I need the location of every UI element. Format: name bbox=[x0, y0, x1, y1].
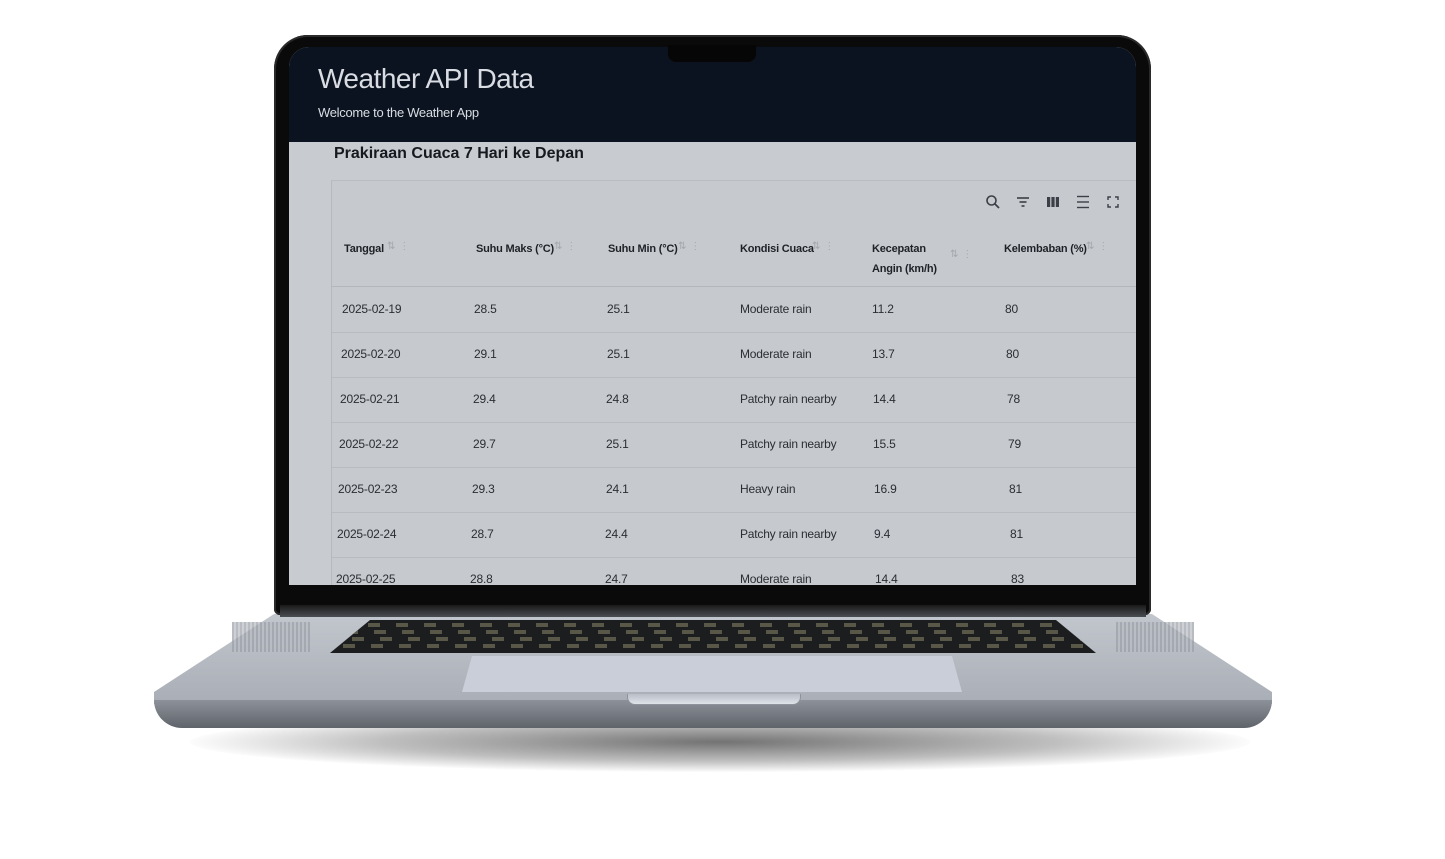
camera-notch bbox=[668, 45, 756, 62]
app-title: Weather API Data bbox=[318, 63, 534, 94]
column-header-kelembaban[interactable]: Kelembaban (%) bbox=[1004, 239, 1087, 259]
cell-min-temp: 24.7 bbox=[605, 572, 628, 585]
cell-min-temp: 25.1 bbox=[606, 437, 629, 451]
column-header-kondisi-cuaca[interactable]: Kondisi Cuaca bbox=[740, 239, 814, 259]
laptop-opening-notch bbox=[627, 694, 801, 705]
cell-humidity: 80 bbox=[1006, 347, 1019, 361]
cell-max-temp: 29.1 bbox=[474, 347, 497, 361]
cell-wind: 9.4 bbox=[874, 527, 891, 541]
cell-date: 2025-02-25 bbox=[336, 572, 396, 585]
cell-wind: 14.4 bbox=[875, 572, 898, 585]
table-header: Tanggal ⇅⋮ Suhu Maks (°C) ⇅⋮ Suhu Min (°… bbox=[332, 229, 1136, 287]
section-title: Prakiraan Cuaca 7 Hari ke Depan bbox=[334, 145, 584, 162]
cell-condition: Patchy rain nearby bbox=[740, 392, 837, 406]
cell-wind: 14.4 bbox=[873, 392, 896, 406]
cell-condition: Moderate rain bbox=[740, 302, 812, 316]
sort-filter-icon[interactable]: ⇅⋮ bbox=[387, 241, 413, 252]
cell-wind: 13.7 bbox=[872, 347, 895, 361]
speaker-grille-right bbox=[1116, 622, 1194, 652]
cell-min-temp: 24.8 bbox=[606, 392, 629, 406]
cell-max-temp: 29.7 bbox=[473, 437, 496, 451]
cell-min-temp: 25.1 bbox=[607, 347, 630, 361]
column-header-tanggal[interactable]: Tanggal bbox=[344, 239, 384, 259]
cell-humidity: 81 bbox=[1009, 482, 1022, 496]
cell-date: 2025-02-23 bbox=[338, 482, 398, 496]
cell-condition: Patchy rain nearby bbox=[740, 437, 837, 451]
cell-condition: Moderate rain bbox=[740, 572, 812, 585]
cell-humidity: 79 bbox=[1008, 437, 1021, 451]
table-row[interactable]: 2025-02-19 28.5 25.1 Moderate rain 11.2 … bbox=[332, 287, 1136, 333]
table-row[interactable]: 2025-02-21 29.4 24.8 Patchy rain nearby … bbox=[332, 377, 1136, 423]
filter-icon[interactable] bbox=[1014, 193, 1032, 211]
sort-filter-icon[interactable]: ⇅⋮ bbox=[554, 241, 580, 252]
cell-date: 2025-02-22 bbox=[339, 437, 399, 451]
laptop-screen: Weather API Data Welcome to the Weather … bbox=[289, 47, 1136, 585]
table-row[interactable]: 2025-02-23 29.3 24.1 Heavy rain 16.9 81 bbox=[332, 467, 1136, 513]
sort-filter-icon[interactable]: ⇅⋮ bbox=[1086, 241, 1112, 252]
columns-icon[interactable] bbox=[1044, 193, 1062, 211]
search-icon[interactable] bbox=[984, 193, 1002, 211]
column-header-line: Kecepatan bbox=[872, 243, 926, 255]
column-header-kecepatan-angin[interactable]: Kecepatan Angin (km/h) bbox=[872, 239, 937, 279]
fullscreen-icon[interactable] bbox=[1104, 193, 1122, 211]
cell-max-temp: 29.3 bbox=[472, 482, 495, 496]
cell-min-temp: 25.1 bbox=[607, 302, 630, 316]
cell-date: 2025-02-20 bbox=[341, 347, 401, 361]
laptop-trackpad bbox=[462, 656, 962, 692]
table-toolbar bbox=[984, 193, 1122, 211]
cell-date: 2025-02-21 bbox=[340, 392, 400, 406]
table-row[interactable]: 2025-02-24 28.7 24.4 Patchy rain nearby … bbox=[332, 512, 1136, 558]
cell-max-temp: 29.4 bbox=[473, 392, 496, 406]
sort-filter-icon[interactable]: ⇅⋮ bbox=[678, 241, 704, 252]
cell-wind: 11.2 bbox=[872, 302, 894, 316]
cell-max-temp: 28.8 bbox=[470, 572, 493, 585]
forecast-table: Tanggal ⇅⋮ Suhu Maks (°C) ⇅⋮ Suhu Min (°… bbox=[331, 180, 1136, 585]
speaker-grille-left bbox=[232, 622, 310, 652]
sort-filter-icon[interactable]: ⇅⋮ bbox=[812, 241, 838, 252]
laptop-keyboard bbox=[330, 620, 1096, 653]
density-icon[interactable] bbox=[1074, 193, 1092, 211]
table-row[interactable]: 2025-02-25 28.8 24.7 Moderate rain 14.4 … bbox=[332, 557, 1136, 585]
cell-wind: 16.9 bbox=[874, 482, 897, 496]
table-row[interactable]: 2025-02-20 29.1 25.1 Moderate rain 13.7 … bbox=[332, 332, 1136, 378]
cell-max-temp: 28.5 bbox=[474, 302, 497, 316]
column-header-line: Angin (km/h) bbox=[872, 263, 937, 275]
cell-date: 2025-02-24 bbox=[337, 527, 397, 541]
column-header-suhu-maks[interactable]: Suhu Maks (°C) bbox=[476, 239, 554, 259]
table-row[interactable]: 2025-02-22 29.7 25.1 Patchy rain nearby … bbox=[332, 422, 1136, 468]
cell-condition: Moderate rain bbox=[740, 347, 812, 361]
cell-wind: 15.5 bbox=[873, 437, 896, 451]
cell-min-temp: 24.4 bbox=[605, 527, 628, 541]
cell-condition: Heavy rain bbox=[740, 482, 796, 496]
app-subtitle: Welcome to the Weather App bbox=[318, 105, 479, 120]
laptop-hinge bbox=[280, 605, 1146, 617]
column-header-suhu-min[interactable]: Suhu Min (°C) bbox=[608, 239, 678, 259]
sort-filter-icon[interactable]: ⇅⋮ bbox=[950, 249, 976, 260]
cell-humidity: 83 bbox=[1011, 572, 1024, 585]
cell-humidity: 80 bbox=[1005, 302, 1018, 316]
cell-humidity: 81 bbox=[1010, 527, 1023, 541]
cell-condition: Patchy rain nearby bbox=[740, 527, 837, 541]
cell-humidity: 78 bbox=[1007, 392, 1020, 406]
cell-date: 2025-02-19 bbox=[342, 302, 402, 316]
cell-max-temp: 28.7 bbox=[471, 527, 494, 541]
cell-min-temp: 24.1 bbox=[606, 482, 629, 496]
